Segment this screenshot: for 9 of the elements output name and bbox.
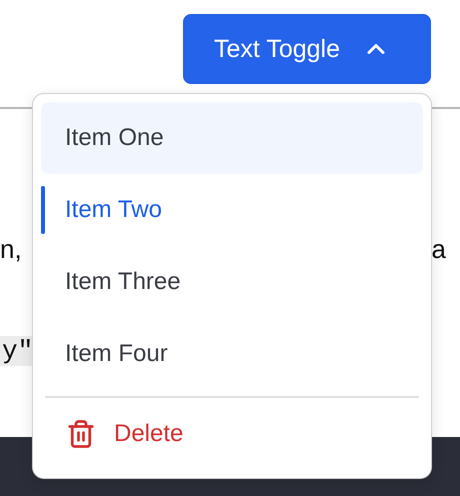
delete-menu-item[interactable]: Delete xyxy=(41,398,423,470)
menu-item[interactable]: Item One xyxy=(41,102,423,174)
menu-item[interactable]: Item Three xyxy=(41,246,423,318)
text-toggle-button[interactable]: Text Toggle xyxy=(183,14,431,84)
menu-item[interactable]: Item Four xyxy=(41,318,423,390)
body-text: a xyxy=(432,234,446,264)
trash-icon xyxy=(66,419,96,449)
menu-item[interactable]: Item Two xyxy=(41,174,423,246)
body-text: n, xyxy=(0,234,22,264)
